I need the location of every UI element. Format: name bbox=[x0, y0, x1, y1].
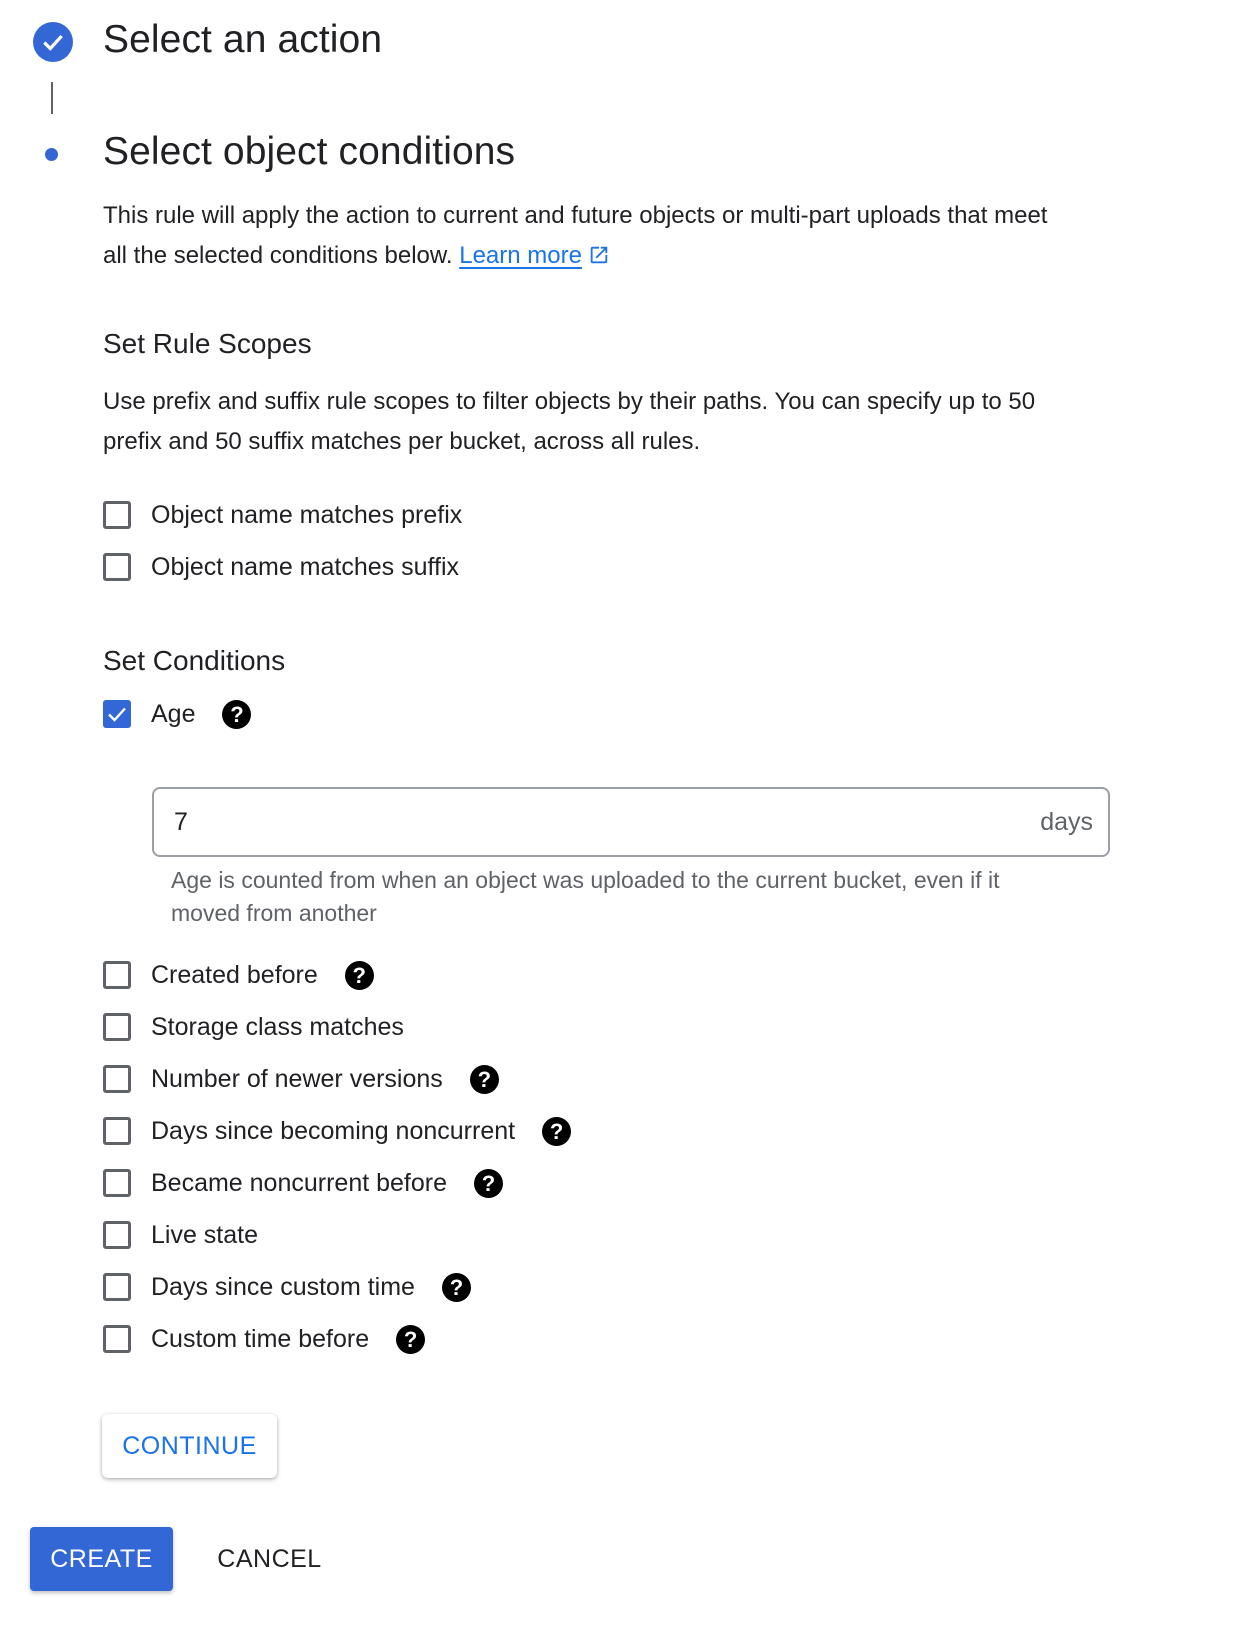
noncurrent-before-label: Became noncurrent before bbox=[151, 1168, 448, 1197]
custom-time-before-option[interactable]: Custom time before ? bbox=[103, 1319, 426, 1359]
rule-scopes-description: Use prefix and suffix rule scopes to fil… bbox=[103, 388, 1036, 455]
step-title-object-conditions: Select object conditions bbox=[103, 130, 516, 173]
newer-versions-option[interactable]: Number of newer versions ? bbox=[103, 1059, 499, 1099]
days-custom-time-label: Days since custom time bbox=[151, 1272, 415, 1301]
age-checkbox[interactable] bbox=[103, 700, 131, 728]
help-icon[interactable]: ? bbox=[542, 1116, 572, 1146]
days-noncurrent-option[interactable]: Days since becoming noncurrent ? bbox=[103, 1111, 572, 1151]
prefix-option[interactable]: Object name matches prefix bbox=[103, 495, 462, 535]
noncurrent-before-option[interactable]: Became noncurrent before ? bbox=[103, 1163, 504, 1203]
help-icon[interactable]: ? bbox=[474, 1168, 504, 1198]
live-state-label: Live state bbox=[151, 1220, 259, 1249]
live-state-checkbox[interactable] bbox=[103, 1221, 131, 1249]
age-hint: Age is counted from when an object was u… bbox=[171, 867, 1000, 926]
live-state-option[interactable]: Live state bbox=[103, 1215, 258, 1255]
step-completed-indicator bbox=[33, 22, 73, 62]
check-icon bbox=[43, 34, 63, 51]
custom-time-before-label: Custom time before bbox=[151, 1324, 370, 1353]
suffix-checkbox[interactable] bbox=[103, 553, 131, 581]
suffix-label: Object name matches suffix bbox=[151, 552, 460, 581]
newer-versions-checkbox[interactable] bbox=[103, 1065, 131, 1093]
cancel-button[interactable]: CANCEL bbox=[203, 1527, 336, 1591]
storage-class-label: Storage class matches bbox=[151, 1012, 404, 1041]
step-title-select-action[interactable]: Select an action bbox=[103, 18, 382, 62]
age-input-value[interactable]: 7 bbox=[174, 808, 188, 837]
external-link-icon bbox=[590, 246, 608, 264]
age-option[interactable]: Age ? bbox=[103, 694, 252, 734]
age-input-suffix: days bbox=[1040, 807, 1093, 836]
help-icon[interactable]: ? bbox=[396, 1324, 426, 1354]
create-button[interactable]: CREATE bbox=[30, 1527, 173, 1591]
created-before-option[interactable]: Created before ? bbox=[103, 955, 374, 995]
days-noncurrent-checkbox[interactable] bbox=[103, 1117, 131, 1145]
help-icon[interactable]: ? bbox=[344, 960, 374, 990]
help-icon[interactable]: ? bbox=[469, 1064, 499, 1094]
help-icon[interactable]: ? bbox=[441, 1272, 471, 1302]
days-noncurrent-label: Days since becoming noncurrent bbox=[151, 1116, 516, 1145]
noncurrent-before-checkbox[interactable] bbox=[103, 1169, 131, 1197]
days-custom-time-option[interactable]: Days since custom time ? bbox=[103, 1267, 471, 1307]
created-before-label: Created before bbox=[151, 960, 318, 989]
storage-class-checkbox[interactable] bbox=[103, 1013, 131, 1041]
conditions-title: Set Conditions bbox=[103, 645, 286, 676]
learn-more-label: Learn more bbox=[459, 242, 582, 269]
prefix-label: Object name matches prefix bbox=[151, 500, 463, 529]
stepper-connector bbox=[51, 82, 53, 114]
step-description: This rule will apply the action to curre… bbox=[103, 196, 1063, 276]
continue-button[interactable]: CONTINUE bbox=[102, 1414, 277, 1478]
suffix-option[interactable]: Object name matches suffix bbox=[103, 547, 459, 587]
storage-class-option[interactable]: Storage class matches bbox=[103, 1007, 404, 1047]
days-custom-time-checkbox[interactable] bbox=[103, 1273, 131, 1301]
help-icon[interactable]: ? bbox=[222, 699, 252, 729]
learn-more-link[interactable]: Learn more bbox=[459, 242, 610, 269]
prefix-checkbox[interactable] bbox=[103, 501, 131, 529]
age-input[interactable]: 7 days bbox=[152, 787, 1110, 857]
age-label: Age bbox=[151, 699, 196, 728]
step-current-indicator bbox=[45, 148, 58, 161]
checkmark-icon bbox=[108, 707, 126, 722]
custom-time-before-checkbox[interactable] bbox=[103, 1325, 131, 1353]
newer-versions-label: Number of newer versions bbox=[151, 1064, 443, 1093]
rule-scopes-title: Set Rule Scopes bbox=[103, 328, 312, 359]
created-before-checkbox[interactable] bbox=[103, 961, 131, 989]
